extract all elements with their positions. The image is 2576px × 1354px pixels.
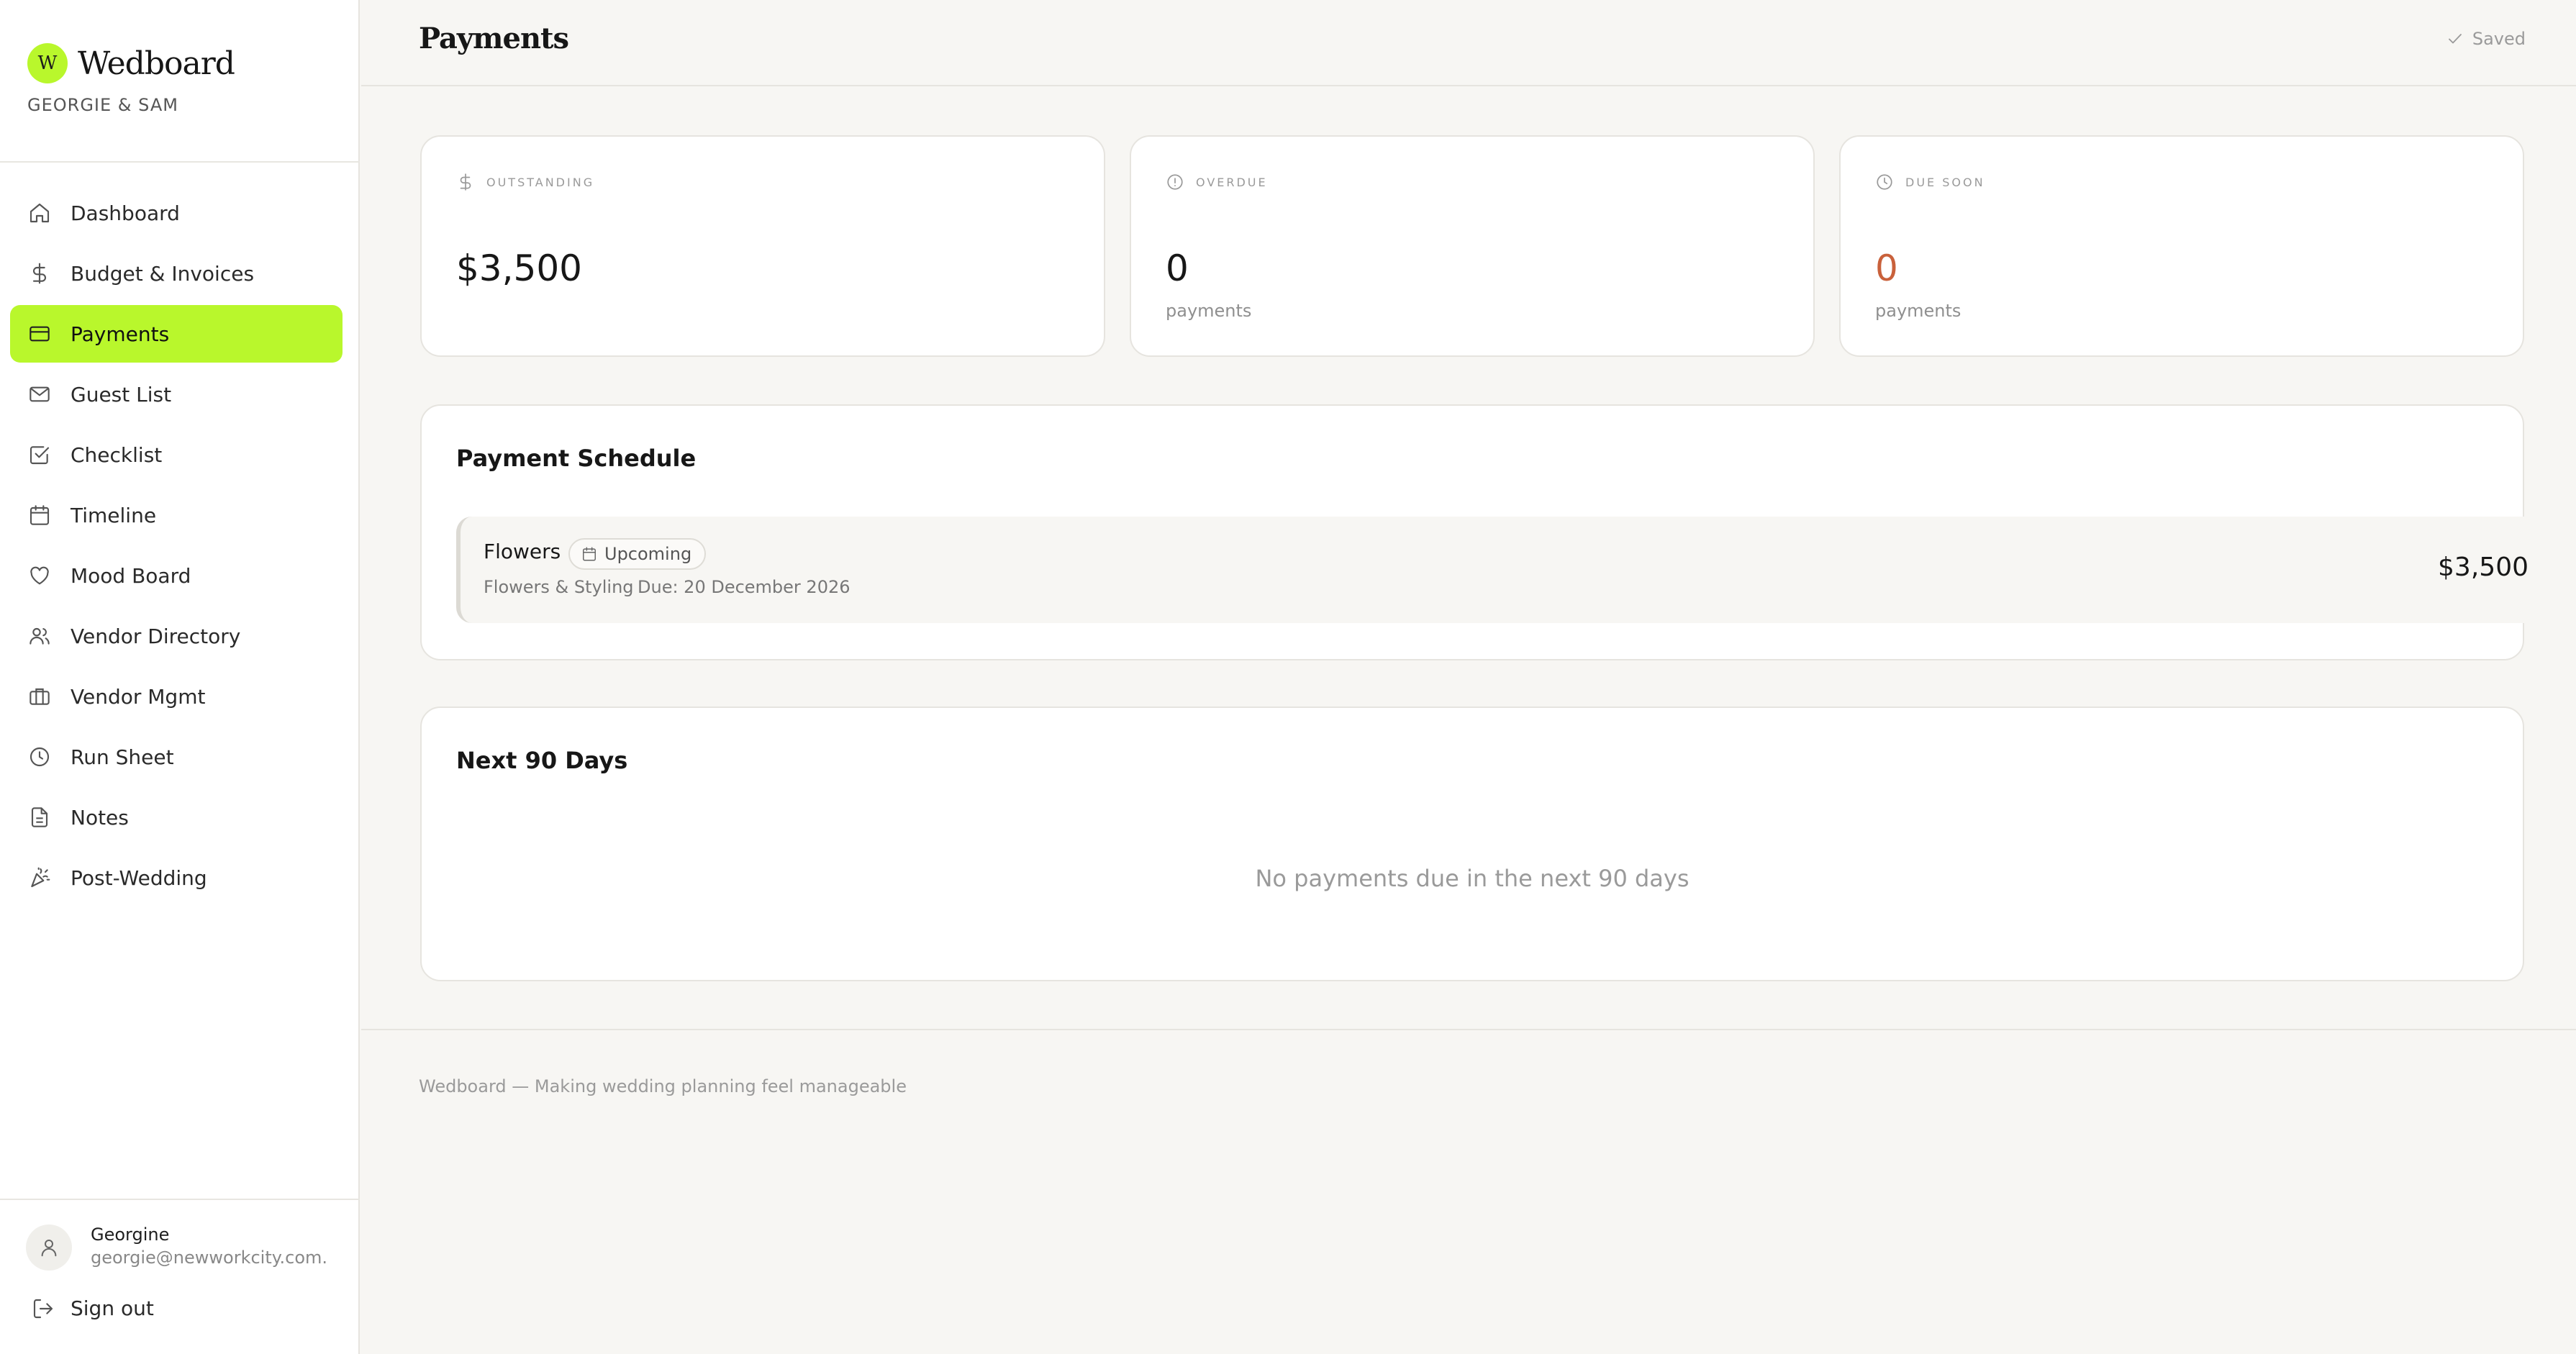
sidebar-item-label: Guest List xyxy=(71,382,172,406)
footer-divider xyxy=(361,1029,2576,1030)
sidebar-item-label: Post-Wedding xyxy=(71,865,207,890)
sign-out-icon xyxy=(33,1299,53,1318)
calendar-icon xyxy=(583,547,596,561)
sidebar-item-label: Timeline xyxy=(71,503,157,527)
credit-card-icon xyxy=(27,322,52,346)
user-profile[interactable]: Georgine georgie@newworkcity.com.... xyxy=(26,1223,335,1273)
outstanding-value: $3,500 xyxy=(456,247,582,289)
due-soon-value: 0 xyxy=(1875,247,1898,289)
due-soon-card: DUE SOON 0 payments xyxy=(1839,135,2524,357)
sidebar-item-guest-list[interactable]: Guest List xyxy=(10,365,343,423)
sign-out-label: Sign out xyxy=(71,1296,154,1320)
overdue-unit: payments xyxy=(1166,301,1252,321)
dollar-icon xyxy=(27,261,52,286)
page-title: Payments xyxy=(419,22,569,55)
briefcase-icon xyxy=(27,684,52,709)
empty-state-message: No payments due in the next 90 days xyxy=(1255,865,1690,892)
dollar-icon xyxy=(460,173,471,191)
sidebar-item-label: Budget & Invoices xyxy=(71,261,255,286)
status-badge-label: Upcoming xyxy=(604,544,692,564)
sign-out-button[interactable]: Sign out xyxy=(32,1296,154,1320)
alert-circle-icon xyxy=(1167,174,1183,190)
brand-logo: W xyxy=(27,43,68,83)
outstanding-label: OUTSTANDING xyxy=(486,175,595,189)
brand-name: Wedboard xyxy=(78,45,235,82)
sidebar-item-label: Vendor Mgmt xyxy=(71,684,206,709)
save-status: Saved xyxy=(2446,29,2526,49)
heart-icon xyxy=(27,563,52,588)
page-header: Payments Saved xyxy=(361,0,2576,86)
sidebar-item-dashboard[interactable]: Dashboard xyxy=(10,184,343,242)
outstanding-card: OUTSTANDING $3,500 xyxy=(420,135,1105,357)
sidebar-item-label: Mood Board xyxy=(71,563,191,588)
sidebar-item-label: Payments xyxy=(71,322,170,346)
brand[interactable]: W Wedboard GEORGIE & SAM xyxy=(27,43,330,115)
calendar-icon xyxy=(27,503,52,527)
checkbox-icon xyxy=(27,442,52,467)
sidebar-item-label: Run Sheet xyxy=(71,745,174,769)
clock-icon xyxy=(1877,174,1892,190)
avatar xyxy=(26,1224,72,1271)
payment-name: Flowers xyxy=(484,540,561,563)
sidebar-item-run-sheet[interactable]: Run Sheet xyxy=(10,728,343,786)
payment-amount: $3,500 xyxy=(2438,553,2529,582)
user-email: georgie@newworkcity.com.... xyxy=(91,1248,328,1268)
sidebar-item-checklist[interactable]: Checklist xyxy=(10,426,343,483)
sidebar-item-label: Vendor Directory xyxy=(71,624,241,648)
next-90-days-title: Next 90 Days xyxy=(456,747,628,774)
document-icon xyxy=(27,805,52,830)
sidebar-item-timeline[interactable]: Timeline xyxy=(10,486,343,544)
footer-tagline: Wedboard — Making wedding planning feel … xyxy=(419,1076,907,1096)
sidebar-item-label: Dashboard xyxy=(71,201,180,225)
overdue-card: OVERDUE 0 payments xyxy=(1130,135,1815,357)
overdue-value: 0 xyxy=(1166,247,1189,289)
user-name: Georgine xyxy=(91,1224,170,1245)
sidebar-divider xyxy=(0,161,360,163)
party-popper-icon xyxy=(27,865,52,890)
status-badge: Upcoming xyxy=(568,538,707,570)
sidebar-item-mood-board[interactable]: Mood Board xyxy=(10,547,343,604)
due-soon-label-group: DUE SOON xyxy=(1875,173,1985,191)
sidebar-item-vendor-directory[interactable]: Vendor Directory xyxy=(10,607,343,665)
clock-icon xyxy=(27,745,52,769)
save-status-label: Saved xyxy=(2472,29,2526,49)
sidebar-item-budget[interactable]: Budget & Invoices xyxy=(10,245,343,302)
sidebar-nav: Dashboard Budget & Invoices Payments Gue… xyxy=(10,184,343,909)
payment-due-date: Due: 20 December 2026 xyxy=(638,577,851,597)
sidebar-item-payments[interactable]: Payments xyxy=(10,305,343,363)
sidebar: W Wedboard GEORGIE & SAM Dashboard Budge… xyxy=(0,0,360,1354)
outstanding-label-group: OUTSTANDING xyxy=(456,173,594,191)
payment-category: Flowers & Styling xyxy=(484,577,634,597)
next-90-days-card: Next 90 Days No payments due in the next… xyxy=(420,706,2524,981)
sidebar-item-label: Notes xyxy=(71,805,129,830)
sidebar-item-vendor-mgmt[interactable]: Vendor Mgmt xyxy=(10,668,343,725)
overdue-label: OVERDUE xyxy=(1196,175,1268,189)
overdue-label-group: OVERDUE xyxy=(1166,173,1268,191)
home-icon xyxy=(27,201,52,225)
payment-schedule-title: Payment Schedule xyxy=(456,445,697,472)
check-icon xyxy=(2448,34,2462,44)
due-soon-unit: payments xyxy=(1875,301,1962,321)
couple-name: GEORGIE & SAM xyxy=(27,95,178,115)
due-soon-label: DUE SOON xyxy=(1905,175,1985,189)
sidebar-item-notes[interactable]: Notes xyxy=(10,789,343,846)
users-icon xyxy=(27,624,52,648)
payment-schedule-card: Payment Schedule Flowers Upcoming Flower… xyxy=(420,404,2552,660)
mail-icon xyxy=(27,382,52,406)
user-divider xyxy=(0,1199,360,1200)
sidebar-item-post-wedding[interactable]: Post-Wedding xyxy=(10,849,343,907)
sidebar-item-label: Checklist xyxy=(71,442,163,467)
payment-row[interactable]: Flowers Upcoming Flowers & Styling Due: … xyxy=(456,517,2552,623)
user-icon xyxy=(41,1240,57,1257)
